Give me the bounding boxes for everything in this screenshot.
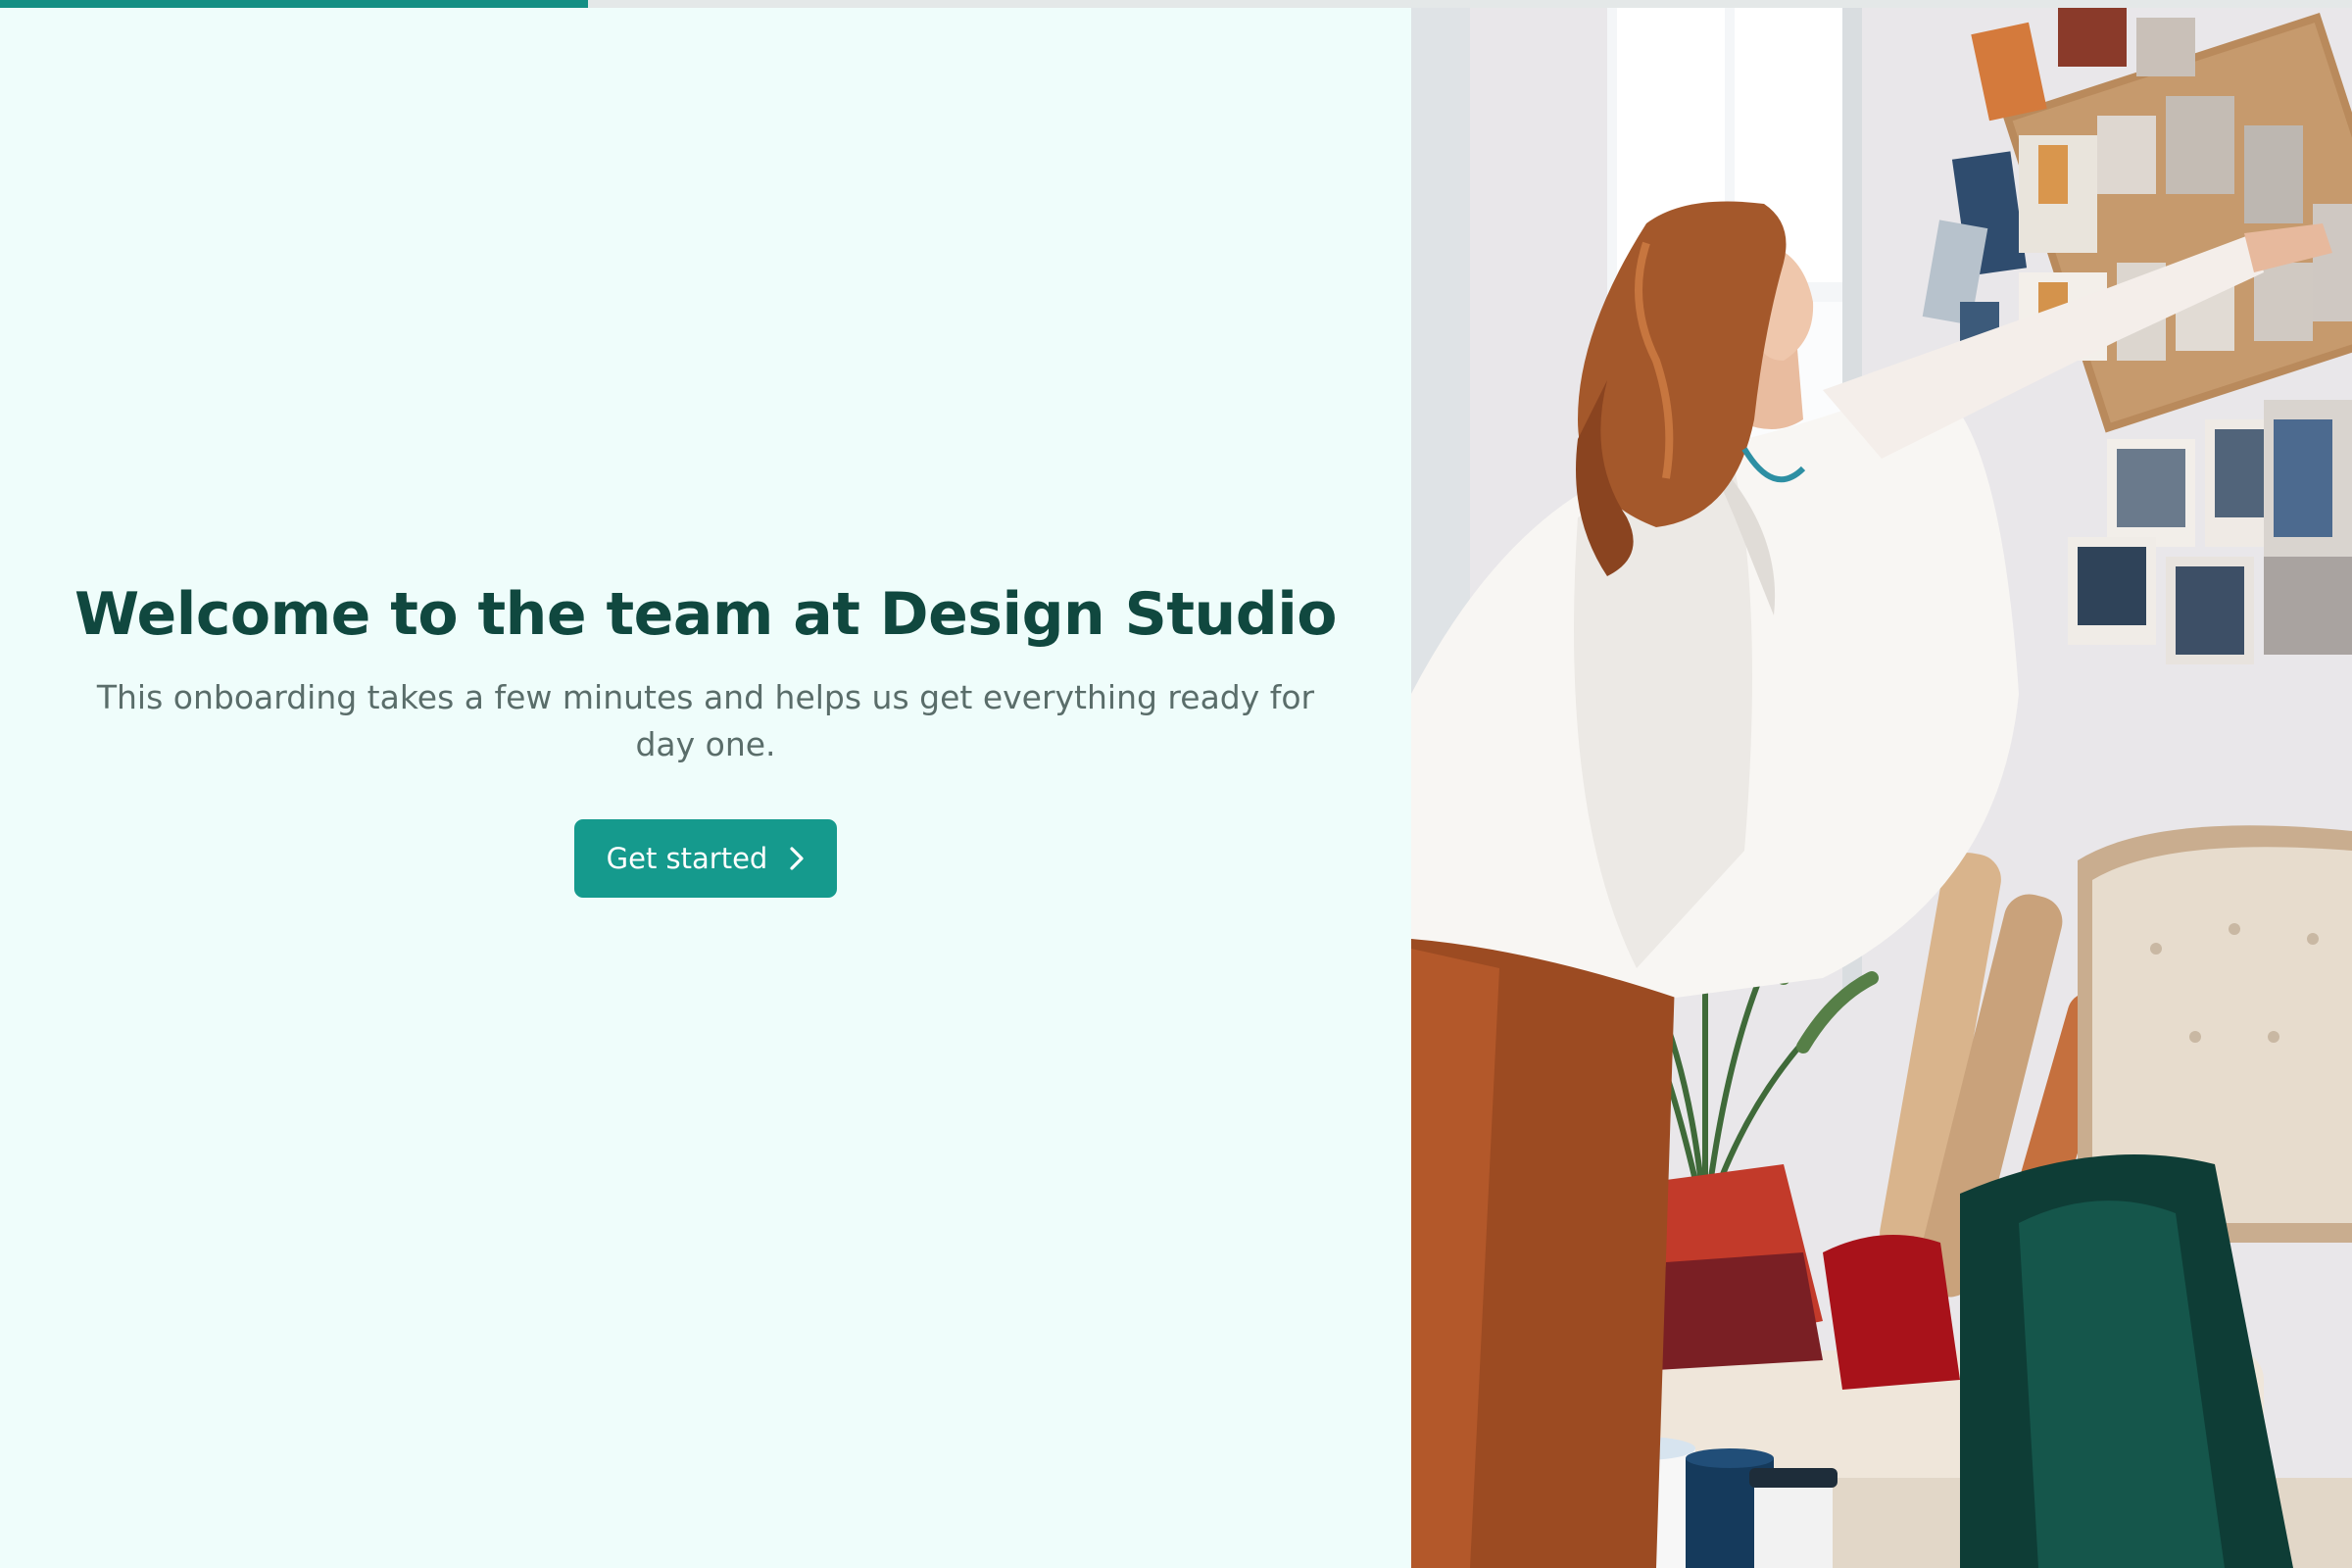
progress-bar-fill	[0, 0, 588, 8]
welcome-content: Welcome to the team at Design Studio Thi…	[0, 580, 1411, 898]
page-title: Welcome to the team at Design Studio	[74, 580, 1337, 649]
get-started-label: Get started	[606, 842, 768, 875]
welcome-panel: Welcome to the team at Design Studio Thi…	[0, 8, 1411, 1568]
hero-photo	[1411, 8, 2352, 1568]
progress-bar	[0, 0, 2352, 8]
chevron-right-icon	[789, 846, 805, 871]
page-subtitle: This onboarding takes a few minutes and …	[96, 678, 1315, 763]
get-started-button[interactable]: Get started	[574, 819, 837, 898]
